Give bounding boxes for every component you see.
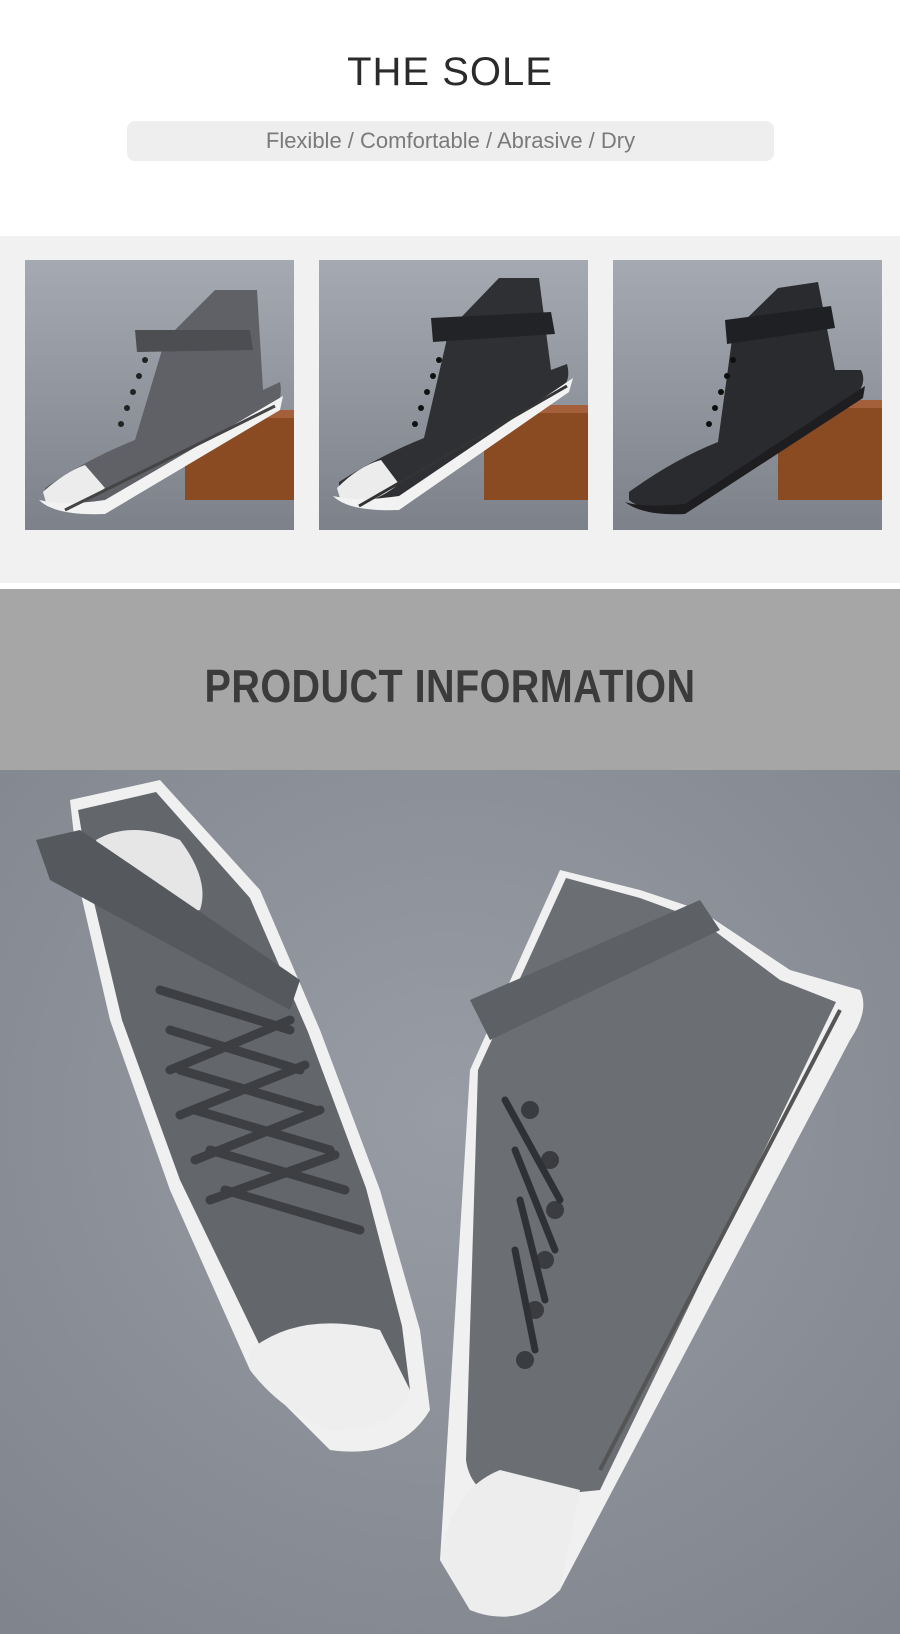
sneaker-black-white-sole-photo-icon bbox=[319, 260, 588, 530]
sole-section: THE SOLE Flexible / Comfortable / Abrasi… bbox=[0, 0, 900, 236]
product-information-banner: PRODUCT INFORMATION bbox=[0, 589, 900, 770]
product-information-title: PRODUCT INFORMATION bbox=[204, 660, 696, 712]
hero-product-photo bbox=[0, 770, 900, 1634]
product-detail-page: THE SOLE Flexible / Comfortable / Abrasi… bbox=[0, 0, 900, 1634]
gallery-image-grey-sneaker[interactable] bbox=[25, 260, 294, 530]
gallery-image-all-black-sneaker[interactable] bbox=[613, 260, 882, 530]
sneaker-all-black-photo-icon bbox=[613, 260, 882, 530]
sneaker-pair-photo-icon bbox=[0, 770, 900, 1634]
sole-title: THE SOLE bbox=[347, 50, 553, 94]
sneaker-grey-photo-icon bbox=[25, 260, 294, 530]
gallery-image-black-sneaker[interactable] bbox=[319, 260, 588, 530]
sole-gallery bbox=[0, 236, 900, 583]
sole-features-badge: Flexible / Comfortable / Abrasive / Dry bbox=[127, 121, 774, 161]
